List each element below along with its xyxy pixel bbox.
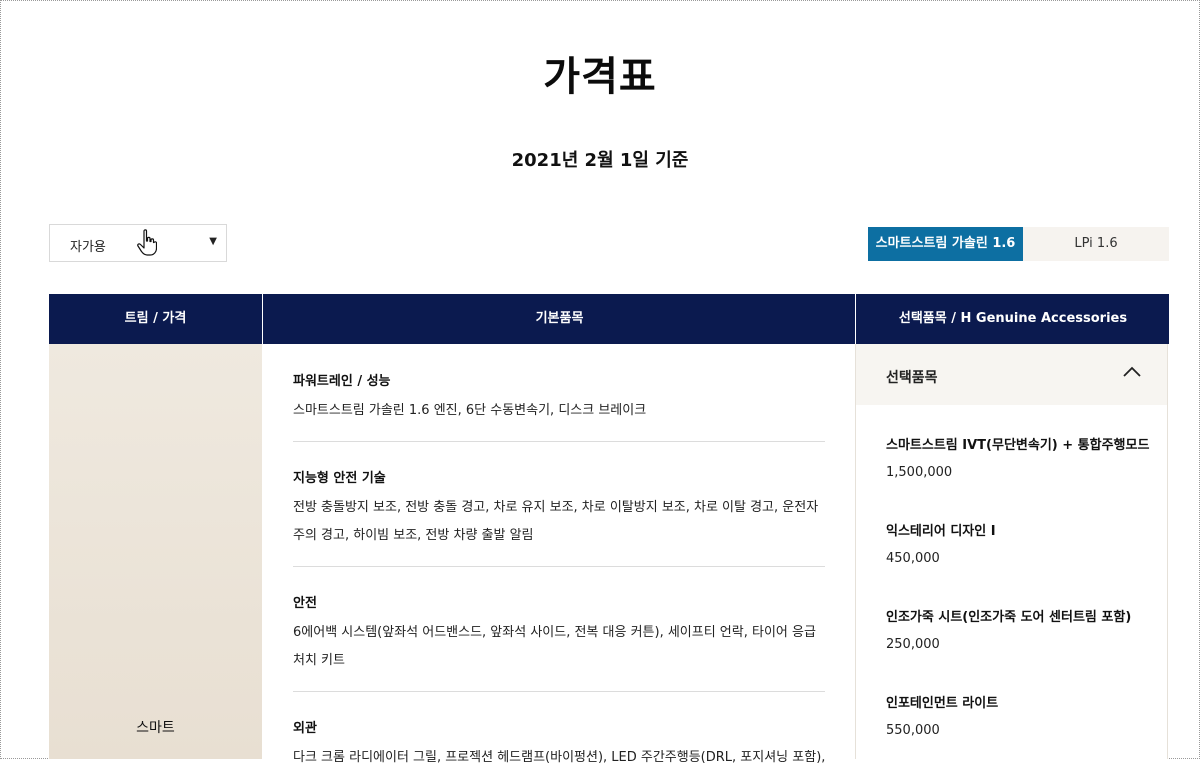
basic-item-title: 파워트레인 / 성능 <box>293 374 391 389</box>
options-accordion-title: 선택품목 <box>886 370 938 386</box>
header-trim-price: 트림 / 가격 <box>124 311 187 326</box>
option-item-infotainment-lite[interactable]: 인포테인먼트 라이트 550,000 <box>886 692 1156 738</box>
basic-item-title: 외관 <box>293 721 317 736</box>
basic-item-safety: 안전 6에어백 시스템(앞좌석 어드밴스드, 앞좌석 사이드, 전복 대응 커튼… <box>293 592 825 675</box>
option-name: 스마트스트림 IVT(무단변속기) + 통합주행모드 <box>886 438 1150 453</box>
option-price: 250,000 <box>886 637 940 652</box>
option-name: 익스테리어 디자인 I <box>886 524 996 539</box>
trim-name: 스마트 <box>136 720 175 736</box>
basic-item-title: 지능형 안전 기술 <box>293 471 386 486</box>
trim-cell: 스마트 <box>49 344 262 759</box>
options-accordion-header[interactable]: 선택품목 <box>856 344 1167 405</box>
basic-item-desc: 전방 충돌방지 보조, 전방 충돌 경고, 차로 유지 보조, 차로 이탈방지 … <box>293 500 819 543</box>
option-name: 인조가죽 시트(인조가죽 도어 센터트림 포함) <box>886 610 1132 625</box>
option-item-ivt[interactable]: 스마트스트림 IVT(무단변속기) + 통합주행모드 1,500,000 <box>886 434 1156 480</box>
header-options: 선택품목 / H Genuine Accessories <box>855 294 1170 344</box>
hand-cursor-icon <box>137 229 157 256</box>
basic-item-powertrain: 파워트레인 / 성능 스마트스트림 가솔린 1.6 엔진, 6단 수동변속기, … <box>293 370 825 425</box>
option-name: 인포테인먼트 라이트 <box>886 696 999 711</box>
caret-down-icon: ▼ <box>209 236 217 247</box>
option-price: 450,000 <box>886 551 940 566</box>
page-title: 가격표 <box>543 54 657 100</box>
basic-item-desc: 다크 크롬 라디에이터 그릴, 프로젝션 헤드램프(바이펑션), LED 주간주… <box>293 750 825 765</box>
basic-item-smart-safety: 지능형 안전 기술 전방 충돌방지 보조, 전방 충돌 경고, 차로 유지 보조… <box>293 467 825 550</box>
basic-items-cell: 파워트레인 / 성능 스마트스트림 가솔린 1.6 엔진, 6단 수동변속기, … <box>262 344 855 765</box>
basic-item-desc: 스마트스트림 가솔린 1.6 엔진, 6단 수동변속기, 디스크 브레이크 <box>293 403 647 418</box>
chevron-up-icon <box>1123 366 1141 377</box>
option-item-leather-seat[interactable]: 인조가죽 시트(인조가죽 도어 센터트림 포함) 250,000 <box>886 606 1156 652</box>
price-table-header: 트림 / 가격 기본품목 선택품목 / H Genuine Accessorie… <box>49 294 1169 344</box>
tab-smartstream-gasoline[interactable]: 스마트스트림 가솔린 1.6 <box>868 227 1023 261</box>
basic-item-title: 안전 <box>293 596 317 611</box>
option-price: 550,000 <box>886 723 940 738</box>
options-cell: 선택품목 스마트스트림 IVT(무단변속기) + 통합주행모드 1,500,00… <box>855 344 1168 759</box>
basic-item-desc: 6에어백 시스템(앞좌석 어드밴스드, 앞좌석 사이드, 전복 대응 커튼), … <box>293 625 816 668</box>
usage-select-value: 자가용 <box>70 240 106 255</box>
option-price: 1,500,000 <box>886 465 953 480</box>
price-date: 2021년 2월 1일 기준 <box>511 150 689 171</box>
basic-item-exterior: 외관 다크 크롬 라디에이터 그릴, 프로젝션 헤드램프(바이펑션), LED … <box>293 717 825 772</box>
tab-lpi[interactable]: LPi 1.6 <box>1023 227 1169 261</box>
header-basic-items: 기본품목 <box>262 294 856 344</box>
option-item-exterior-design[interactable]: 익스테리어 디자인 I 450,000 <box>886 520 1156 566</box>
